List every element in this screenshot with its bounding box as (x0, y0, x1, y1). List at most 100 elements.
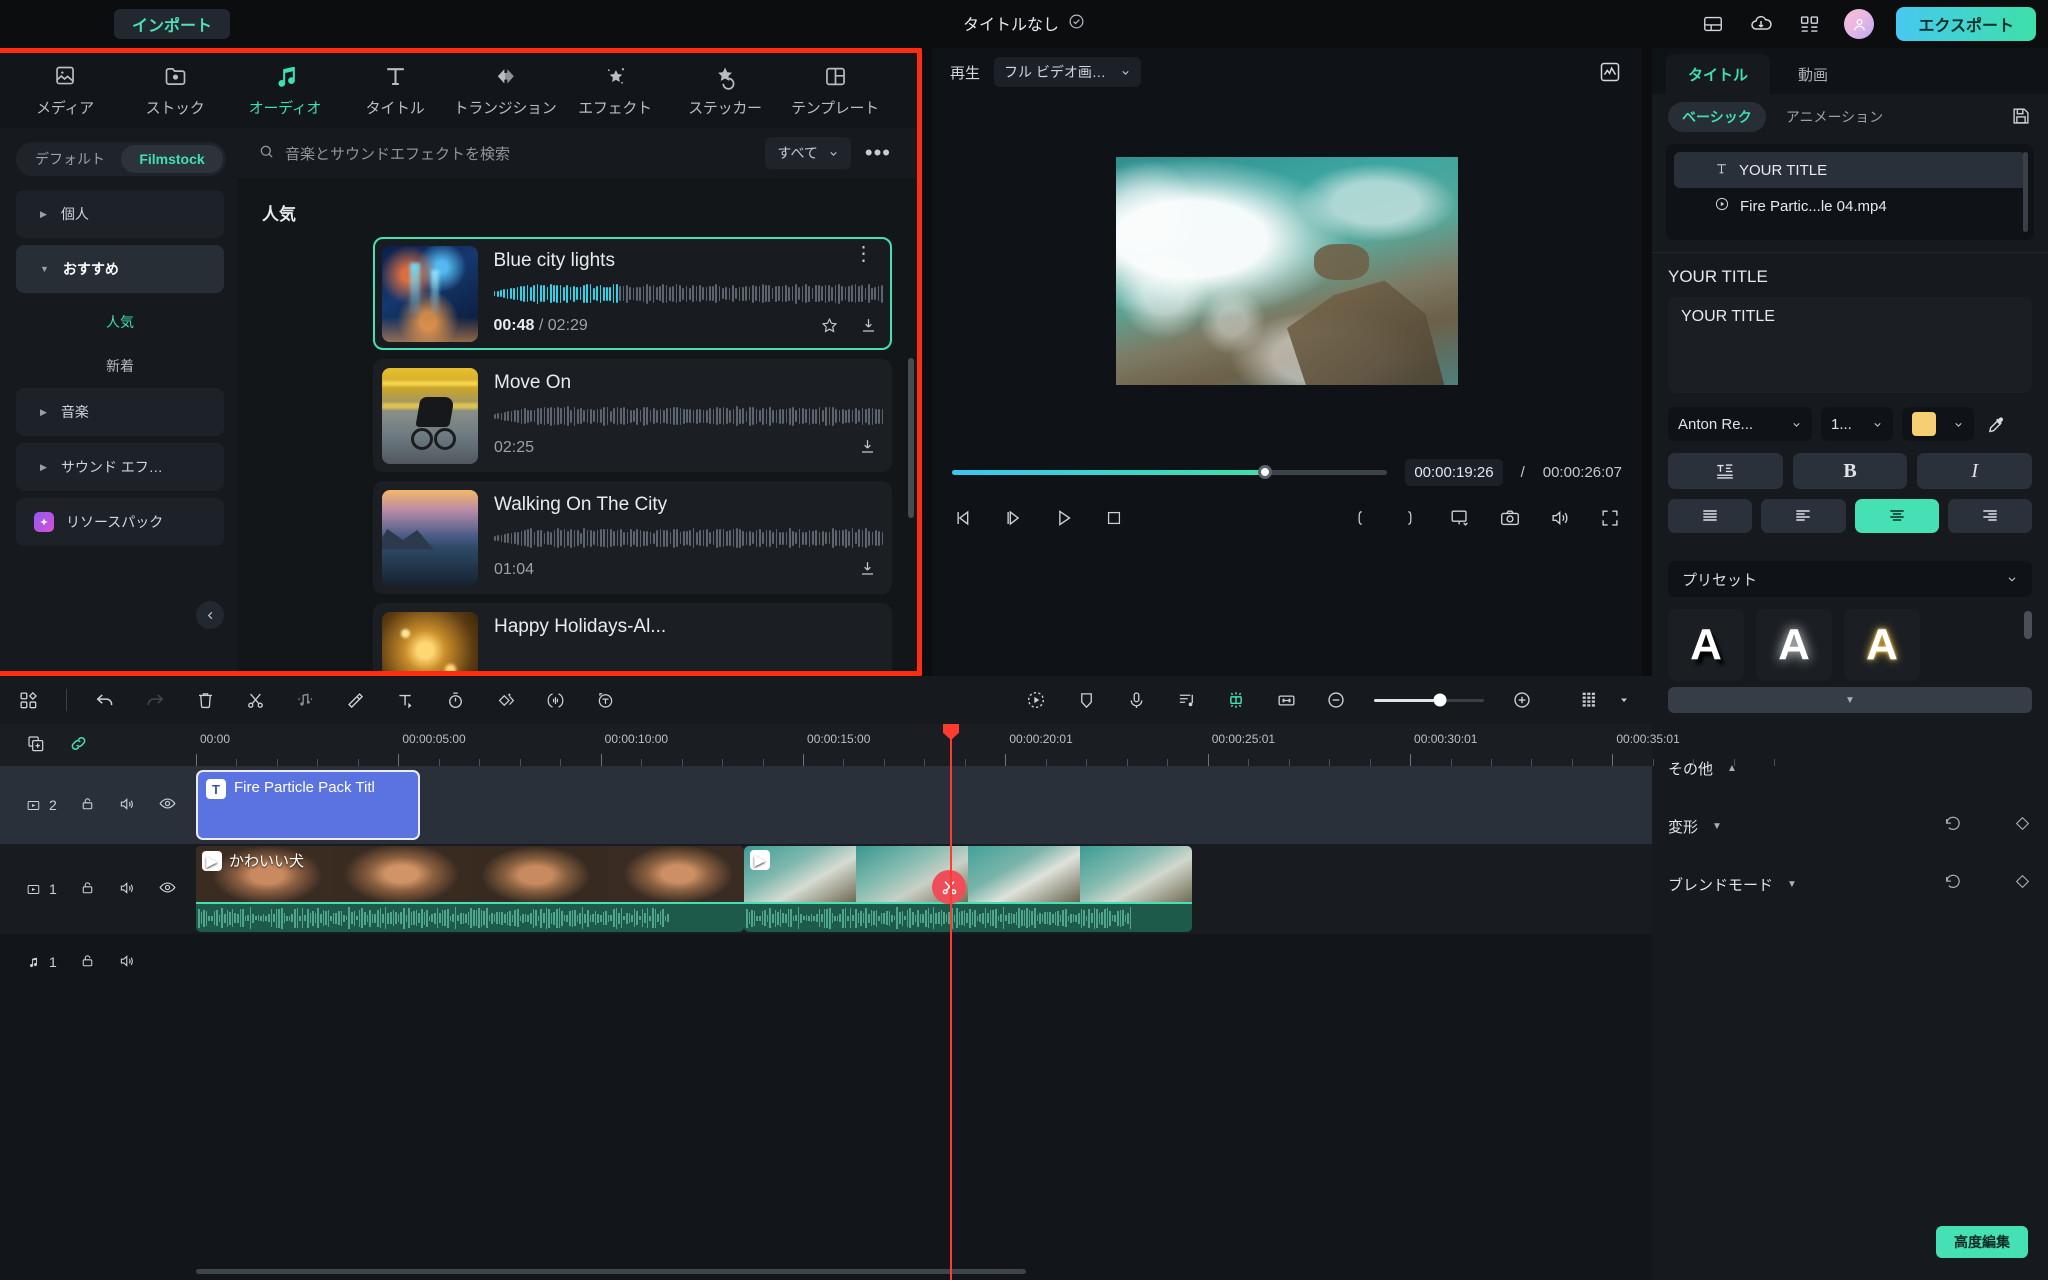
track-view-icon[interactable] (1578, 688, 1602, 712)
display-mode-icon[interactable] (1448, 506, 1472, 530)
play-icon[interactable] (1052, 506, 1076, 530)
audio-mix-icon[interactable] (543, 688, 567, 712)
video-preview[interactable] (1116, 157, 1458, 385)
mute-icon[interactable] (118, 795, 136, 816)
grid-menu-icon[interactable] (1796, 11, 1822, 37)
reset-icon[interactable] (1943, 814, 1963, 838)
volume-icon[interactable] (1548, 506, 1572, 530)
link-icon[interactable] (68, 733, 89, 757)
zoom-out-icon[interactable] (1324, 688, 1348, 712)
advanced-edit-button[interactable]: 高度編集 (1936, 1226, 2028, 1258)
search-input[interactable]: 音楽とサウンドエフェクトを検索 (258, 143, 755, 164)
text-style-icon[interactable] (1668, 453, 1783, 489)
preset-glow[interactable]: A (1756, 609, 1832, 681)
layer-item-title[interactable]: YOUR TITLE (1674, 152, 2026, 188)
current-time[interactable]: 00:00:19:26 (1405, 458, 1503, 486)
library-scrollbar[interactable] (908, 358, 914, 518)
preset-shadow[interactable]: A (1668, 609, 1744, 681)
audio-detach-icon[interactable] (293, 688, 317, 712)
align-right-button[interactable] (1947, 499, 2032, 533)
download-icon[interactable] (858, 559, 877, 581)
next-frame-icon[interactable] (1002, 506, 1026, 530)
green-screen-icon[interactable] (1224, 688, 1248, 712)
category-personal[interactable]: ▶ 個人 (16, 190, 224, 238)
zoom-in-icon[interactable] (1510, 688, 1534, 712)
eyedropper-icon[interactable] (1983, 411, 2009, 437)
mask-icon[interactable] (1074, 688, 1098, 712)
tab-title[interactable]: タイトル (340, 56, 450, 126)
text-add-icon[interactable] (393, 688, 417, 712)
prev-frame-icon[interactable] (952, 506, 976, 530)
lock-icon[interactable] (79, 952, 96, 972)
fit-width-icon[interactable] (1274, 688, 1298, 712)
section-other[interactable]: その他 ▲ (1652, 739, 2048, 797)
tab-stock[interactable]: ストック (120, 56, 230, 126)
import-button[interactable]: インポート (114, 9, 231, 39)
timeline-ruler[interactable]: 00:00 00:00:05:00 00:00:10:00 00:00:15:00 00… (0, 724, 1776, 766)
track-view-chevron-icon[interactable] (1612, 688, 1636, 712)
align-justify-button[interactable] (1668, 499, 1753, 533)
sidebar-collapse-button[interactable] (196, 601, 224, 629)
category-music[interactable]: ▶ 音楽 (16, 388, 224, 436)
zoom-slider[interactable] (1374, 693, 1484, 707)
speed-icon[interactable] (443, 688, 467, 712)
section-transform[interactable]: 変形 ▼ (1652, 797, 2048, 855)
seek-slider[interactable] (952, 465, 1388, 479)
tab-sticker[interactable]: ステッカー (670, 56, 780, 126)
analytics-icon[interactable] (1596, 58, 1624, 86)
project-title[interactable]: タイトルなし (963, 11, 1085, 35)
auto-caption-icon[interactable] (593, 688, 617, 712)
italic-button[interactable]: I (1917, 453, 2033, 489)
seek-knob[interactable] (1258, 465, 1273, 479)
favorite-star-icon[interactable] (820, 316, 839, 338)
keyframe-diamond-icon[interactable] (2013, 814, 2032, 838)
fullscreen-icon[interactable] (1598, 506, 1622, 530)
mute-icon[interactable] (118, 952, 136, 973)
save-disk-icon[interactable] (2010, 105, 2032, 130)
list-item[interactable]: Walking On The City 01:04 (373, 481, 892, 594)
motion-tracking-icon[interactable] (1024, 688, 1048, 712)
filter-all-dropdown[interactable]: すべて (765, 137, 851, 169)
category-sound-effects[interactable]: ▶ サウンド エフ… (16, 443, 224, 491)
keyframe-diamond-icon[interactable] (2013, 872, 2032, 896)
export-button[interactable]: エクスポート (1896, 7, 2036, 41)
pill-basic[interactable]: ベーシック (1668, 102, 1766, 132)
eye-icon[interactable] (158, 794, 177, 816)
align-center-button[interactable] (1854, 499, 1939, 533)
mark-in-icon[interactable] (1348, 506, 1372, 530)
add-track-icon[interactable] (26, 734, 46, 757)
playhead[interactable] (943, 724, 959, 1280)
tab-template[interactable]: テンプレート (780, 56, 890, 126)
resource-pack-button[interactable]: ✦ リソースパック (16, 498, 224, 546)
redo-icon[interactable] (143, 688, 167, 712)
download-icon[interactable] (859, 316, 878, 338)
font-size-select[interactable]: 1... (1821, 407, 1893, 441)
list-item[interactable]: Happy Holidays-Al... (373, 603, 892, 671)
track-more-icon[interactable]: ⋮ (854, 244, 874, 264)
split-scissors-icon[interactable] (243, 688, 267, 712)
font-family-select[interactable]: Anton Re... (1668, 407, 1812, 441)
eye-icon[interactable] (158, 878, 177, 900)
reset-icon[interactable] (1943, 872, 1963, 896)
mute-icon[interactable] (118, 879, 136, 900)
zoom-knob[interactable] (1433, 693, 1447, 707)
split-marker-icon[interactable] (932, 870, 966, 904)
delete-icon[interactable] (193, 688, 217, 712)
snapshot-icon[interactable] (1498, 506, 1522, 530)
tab-transition[interactable]: トランジション (450, 56, 560, 126)
mark-out-icon[interactable] (1398, 506, 1422, 530)
quality-dropdown[interactable]: フル ビデオ画… (994, 57, 1141, 87)
crop-icon[interactable] (343, 688, 367, 712)
tab-media[interactable]: メディア (10, 56, 120, 126)
layout-icon[interactable] (1700, 11, 1726, 37)
lock-icon[interactable] (79, 795, 96, 815)
clip-video-dog[interactable]: ▶ かわいい犬 (196, 846, 744, 932)
category-recommended[interactable]: ▼ おすすめ (16, 245, 224, 293)
voiceover-icon[interactable] (1124, 688, 1148, 712)
segment-default[interactable]: デフォルト (19, 145, 121, 173)
list-item[interactable]: Blue city lights 00:48 / 02:29 ⋮ (373, 237, 892, 350)
layer-scrollbar[interactable] (2023, 152, 2028, 232)
section-blend-mode[interactable]: ブレンドモード ▼ (1652, 855, 2048, 913)
keyframe-icon[interactable] (493, 688, 517, 712)
segment-filmstock[interactable]: Filmstock (121, 145, 223, 173)
